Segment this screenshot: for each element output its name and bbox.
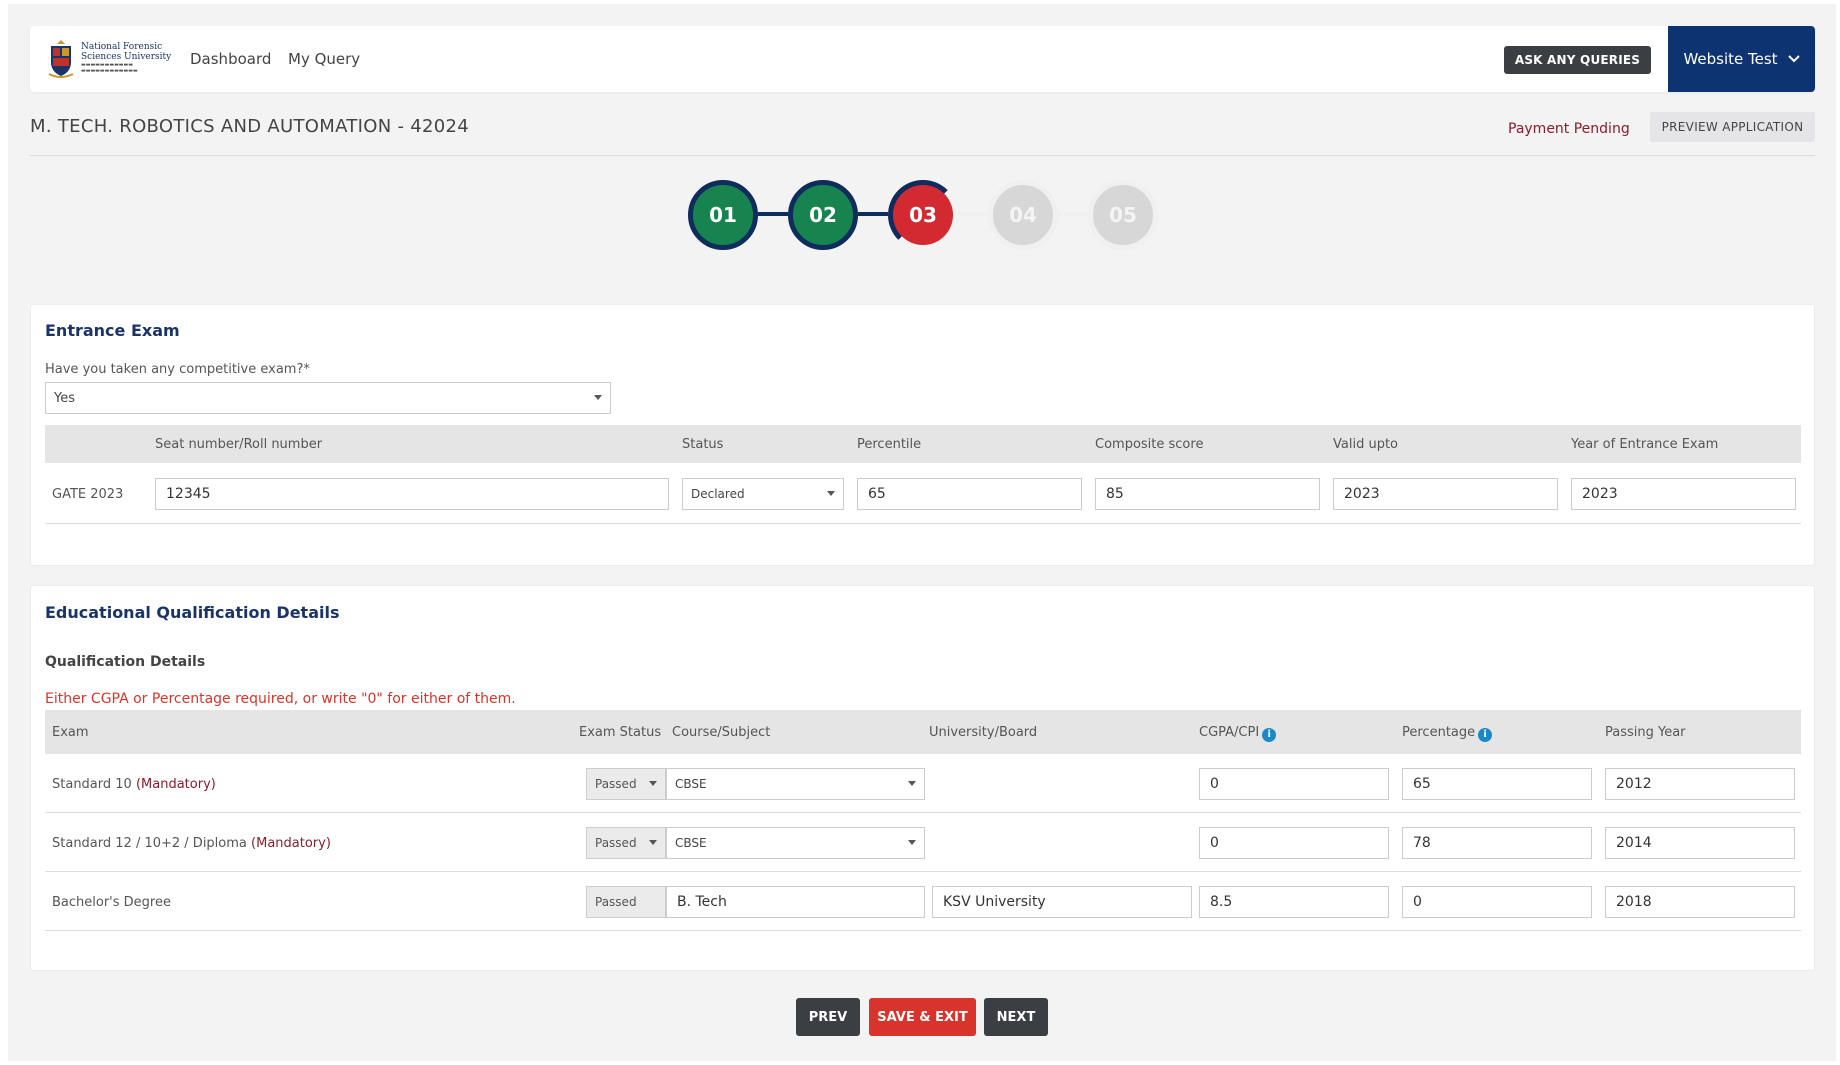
col-percentage: Percentage i	[1402, 725, 1493, 742]
exam-status-select[interactable]: Passed	[586, 827, 666, 859]
university-logo[interactable]: National Forensic Sciences University ▬▬…	[47, 34, 177, 82]
qualification-subtitle: Qualification Details	[45, 654, 206, 670]
course-select[interactable]: CBSE	[666, 827, 925, 859]
step-connector	[758, 212, 788, 216]
ask-queries-button[interactable]: ASK ANY QUERIES	[1504, 46, 1651, 74]
competitive-exam-value: Yes	[54, 390, 75, 406]
user-name: Website Test	[1683, 50, 1778, 68]
education-card: Educational Qualification Details Qualif…	[30, 585, 1815, 971]
dropdown-caret-icon	[908, 840, 916, 845]
preview-application-button[interactable]: PREVIEW APPLICATION	[1650, 112, 1815, 142]
step-connector	[1058, 212, 1088, 216]
cgpa-input[interactable]: 0	[1199, 768, 1389, 800]
progress-stepper: 01 02 03 04 05	[688, 176, 1168, 252]
step-03[interactable]: 03	[888, 180, 958, 250]
composite-score-input[interactable]: 85	[1095, 478, 1320, 510]
passing-year-input[interactable]: 2014	[1605, 827, 1795, 859]
entrance-exam-card: Entrance Exam Have you taken any competi…	[30, 304, 1815, 566]
prev-button[interactable]: PREV	[796, 998, 860, 1036]
mandatory-tag: (Mandatory)	[135, 777, 216, 792]
logo-fine-print: ▬▬▬▬▬▬▬▬▬▬▬▬	[81, 68, 138, 74]
entrance-exam-title: Entrance Exam	[45, 321, 180, 340]
exam-status-field[interactable]: Passed	[586, 886, 666, 918]
step-connector	[858, 212, 888, 216]
row-divider	[45, 523, 1801, 524]
info-icon[interactable]: i	[1478, 728, 1493, 742]
col-cgpa: CGPA/CPI i	[1199, 725, 1277, 742]
nav-dashboard[interactable]: Dashboard	[190, 50, 271, 68]
page-title: M. TECH. ROBOTICS AND AUTOMATION - 42024	[30, 116, 470, 137]
col-percentile: Percentile	[857, 437, 922, 452]
competitive-exam-question: Have you taken any competitive exam?*	[45, 362, 310, 377]
row-divider	[45, 871, 1801, 872]
exam-name-standard-12: Standard 12 / 10+2 / Diploma (Mandatory)	[52, 836, 331, 851]
payment-status-badge: Payment Pending	[1508, 121, 1630, 137]
passing-year-input[interactable]: 2018	[1605, 886, 1795, 918]
next-button[interactable]: NEXT	[984, 998, 1048, 1036]
step-05[interactable]: 05	[1088, 180, 1158, 250]
col-passing-year: Passing Year	[1605, 725, 1686, 740]
dropdown-caret-icon	[827, 491, 835, 496]
university-crest-icon	[48, 40, 74, 78]
exam-status-select[interactable]: Passed	[586, 768, 666, 800]
col-university: University/Board	[929, 725, 1038, 740]
application-page: National Forensic Sciences University ▬▬…	[8, 4, 1836, 1061]
dropdown-caret-icon	[594, 395, 602, 400]
top-navbar: National Forensic Sciences University ▬▬…	[30, 26, 1815, 92]
percentage-input[interactable]: 65	[1402, 768, 1592, 800]
logo-text-line2: Sciences University	[81, 52, 172, 62]
competitive-exam-select[interactable]: Yes	[45, 382, 611, 414]
nav-my-query[interactable]: My Query	[288, 50, 360, 68]
user-menu-button[interactable]: Website Test	[1668, 26, 1815, 92]
passing-year-input[interactable]: 2012	[1605, 768, 1795, 800]
chevron-down-icon	[1787, 55, 1800, 63]
col-exam-status: Exam Status	[579, 725, 662, 740]
dropdown-caret-icon	[908, 781, 916, 786]
col-composite-score: Composite score	[1095, 437, 1204, 452]
cgpa-input[interactable]: 0	[1199, 827, 1389, 859]
step-connector	[958, 212, 988, 216]
university-input[interactable]: KSV University	[932, 886, 1192, 918]
course-input[interactable]: B. Tech	[666, 886, 925, 918]
exam-status-select[interactable]: Declared	[682, 478, 844, 510]
cgpa-percentage-note: Either CGPA or Percentage required, or w…	[45, 691, 516, 707]
percentage-input[interactable]: 0	[1402, 886, 1592, 918]
step-01[interactable]: 01	[688, 180, 758, 250]
col-exam: Exam	[52, 725, 89, 740]
row-divider	[45, 812, 1801, 813]
col-year-entrance: Year of Entrance Exam	[1571, 437, 1719, 452]
col-valid-upto: Valid upto	[1333, 437, 1398, 452]
info-icon[interactable]: i	[1262, 728, 1277, 742]
save-exit-button[interactable]: SAVE & EXIT	[869, 998, 976, 1036]
divider	[30, 155, 1815, 156]
percentage-input[interactable]: 78	[1402, 827, 1592, 859]
row-divider	[45, 930, 1801, 931]
step-04[interactable]: 04	[988, 180, 1058, 250]
exam-name-standard-10: Standard 10 (Mandatory)	[52, 777, 216, 792]
entrance-year-input[interactable]: 2023	[1571, 478, 1796, 510]
cgpa-input[interactable]: 8.5	[1199, 886, 1389, 918]
logo-text-line1: National Forensic	[81, 42, 163, 52]
exam-status-value: Declared	[691, 487, 745, 501]
dropdown-caret-icon	[649, 840, 657, 845]
education-title: Educational Qualification Details	[45, 603, 340, 622]
education-table-header: Exam Exam Status Course/Subject Universi…	[45, 710, 1801, 754]
seat-number-input[interactable]: 12345	[155, 478, 669, 510]
valid-upto-input[interactable]: 2023	[1333, 478, 1558, 510]
col-status: Status	[682, 437, 724, 452]
col-course: Course/Subject	[672, 725, 771, 740]
dropdown-caret-icon	[649, 781, 657, 786]
percentile-input[interactable]: 65	[857, 478, 1082, 510]
step-02[interactable]: 02	[788, 180, 858, 250]
exam-name-bachelors: Bachelor's Degree	[52, 895, 171, 910]
entrance-table-header: Seat number/Roll number Status Percentil…	[45, 425, 1801, 463]
col-seat-number: Seat number/Roll number	[155, 437, 323, 452]
exam-name-gate: GATE 2023	[52, 487, 124, 502]
course-select[interactable]: CBSE	[666, 768, 925, 800]
mandatory-tag: (Mandatory)	[251, 836, 331, 851]
